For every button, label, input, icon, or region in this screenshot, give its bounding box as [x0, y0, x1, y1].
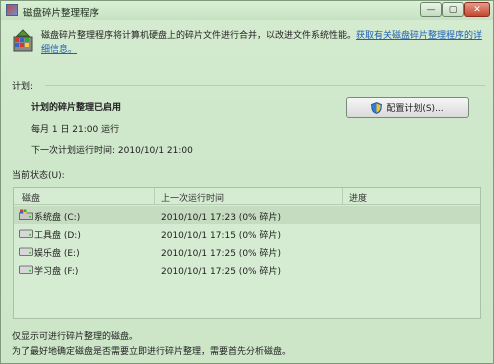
column-separator[interactable]	[154, 188, 155, 204]
column-disk[interactable]: 磁盘	[22, 191, 40, 204]
disk-list-header: 磁盘 上一次运行时间 进度	[14, 188, 480, 205]
close-icon: ✕	[473, 4, 481, 15]
schedule-status: 计划的碎片整理已启用	[31, 103, 122, 113]
footer-note-1: 仅显示可进行碎片整理的磁盘。	[12, 332, 139, 342]
header-description: 磁盘碎片整理程序将计算机硬盘上的碎片文件进行合并，以改进文件系统性能。获取有关磁…	[41, 29, 487, 57]
column-last-run[interactable]: 上一次运行时间	[161, 191, 224, 204]
disk-last-run: 2010/10/1 17:23 (0% 碎片)	[161, 213, 281, 223]
disk-list[interactable]: 磁盘 上一次运行时间 进度 系统盘 (C:) 2010/10/1 17:23 (…	[13, 187, 481, 319]
disk-last-run: 2010/10/1 17:15 (0% 碎片)	[161, 231, 281, 241]
drive-icon	[19, 247, 33, 256]
close-button[interactable]: ✕	[464, 2, 490, 17]
disk-row-e[interactable]: 娱乐盘 (E:) 2010/10/1 17:25 (0% 碎片)	[14, 242, 480, 260]
defrag-header-icon	[13, 29, 33, 52]
disk-row-f[interactable]: 学习盘 (F:) 2010/10/1 17:25 (0% 碎片)	[14, 260, 480, 278]
shield-icon	[371, 101, 383, 114]
minimize-button[interactable]: —	[420, 2, 442, 17]
title-bar[interactable]: 磁盘碎片整理程序 — ▢ ✕	[1, 1, 493, 20]
disk-last-run: 2010/10/1 17:25 (0% 碎片)	[161, 267, 281, 277]
current-status-label: 当前状态(U):	[12, 171, 65, 181]
next-run-time: 下一次计划运行时间: 2010/10/1 21:00	[31, 146, 193, 156]
configure-schedule-label: 配置计划(S)...	[386, 104, 444, 114]
drive-icon	[19, 265, 33, 274]
description-text: 磁盘碎片整理程序将计算机硬盘上的碎片文件进行合并，以改进文件系统性能。	[41, 31, 357, 41]
disk-last-run: 2010/10/1 17:25 (0% 碎片)	[161, 249, 281, 259]
disk-name: 学习盘 (F:)	[34, 267, 79, 277]
maximize-icon: ▢	[448, 4, 458, 15]
defrag-app-icon	[6, 4, 18, 16]
footer-note-2: 为了最好地确定磁盘是否需要立即进行碎片整理，需要首先分析磁盘。	[12, 347, 292, 357]
system-drive-icon	[19, 209, 33, 220]
column-progress[interactable]: 进度	[349, 191, 367, 204]
disk-name: 娱乐盘 (E:)	[34, 249, 80, 259]
maximize-button[interactable]: ▢	[442, 2, 464, 17]
configure-schedule-button[interactable]: 配置计划(S)...	[346, 97, 469, 118]
disk-name: 系统盘 (C:)	[34, 213, 81, 223]
minimize-icon: —	[426, 4, 436, 15]
disk-row-c[interactable]: 系统盘 (C:) 2010/10/1 17:23 (0% 碎片)	[14, 206, 480, 224]
defrag-window: 磁盘碎片整理程序 — ▢ ✕ 磁盘碎片整理程序将计算机硬盘上的碎片文件进行合并，…	[0, 0, 494, 364]
schedule-frequency: 每月 1 日 21:00 运行	[31, 125, 120, 135]
disk-name: 工具盘 (D:)	[34, 231, 81, 241]
window-title: 磁盘碎片整理程序	[23, 8, 100, 19]
drive-icon	[19, 229, 33, 238]
schedule-divider	[45, 85, 485, 86]
disk-row-d[interactable]: 工具盘 (D:) 2010/10/1 17:15 (0% 碎片)	[14, 224, 480, 242]
schedule-label: 计划:	[12, 82, 34, 92]
column-separator[interactable]	[342, 188, 343, 204]
